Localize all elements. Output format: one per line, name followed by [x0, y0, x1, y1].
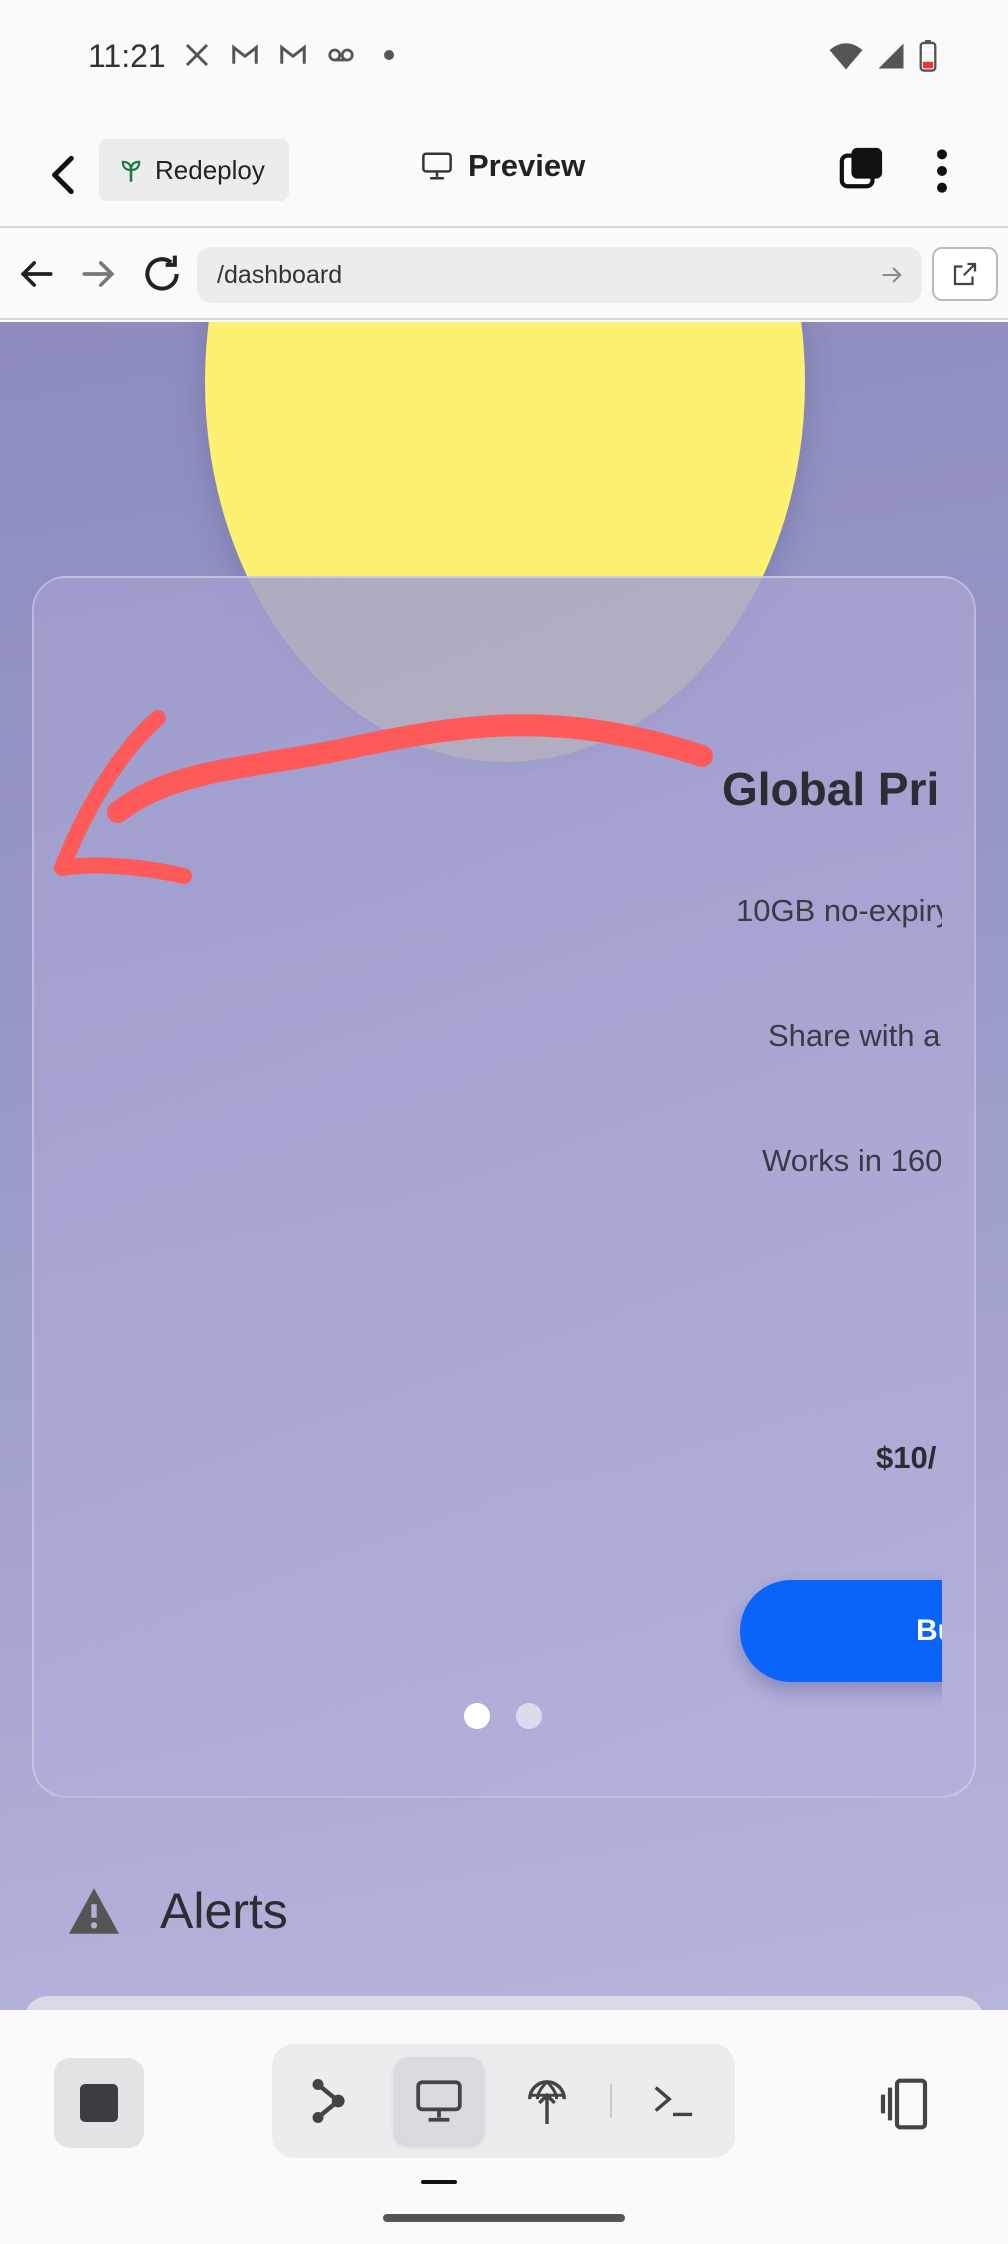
bottom-toolbar	[0, 2010, 1008, 2244]
pricing-card-viewport: Global Pri 10GB no-expiry Share with a W…	[34, 578, 942, 1796]
view-switcher	[272, 2044, 735, 2158]
sprout-icon	[121, 160, 141, 182]
buy-button-label: Bu	[916, 1614, 942, 1647]
alerts-card	[24, 1996, 984, 2010]
plan-feature: Works in 160	[762, 1143, 942, 1178]
page-title-text: Preview	[468, 148, 586, 183]
redeploy-label: Redeploy	[155, 154, 265, 185]
plan-feature: Share with a	[768, 1018, 941, 1053]
page-title: Preview	[420, 148, 585, 184]
plan-title: Global Pri	[722, 763, 940, 815]
system-icons	[828, 40, 938, 72]
dot-icon	[384, 50, 394, 60]
carousel-dot[interactable]	[516, 1703, 542, 1729]
tabs-icon[interactable]	[838, 146, 884, 192]
redeploy-button[interactable]: Redeploy	[99, 139, 289, 201]
app-bar: Redeploy Preview	[0, 116, 1008, 228]
globe-upload-icon	[528, 2080, 566, 2124]
arrow-back-icon[interactable]	[14, 252, 58, 296]
monitor-icon	[422, 152, 452, 180]
url-text: /dashboard	[217, 260, 343, 289]
plan-feature: 10GB no-expiry	[736, 893, 942, 928]
x-icon	[185, 43, 209, 67]
home-gesture-bar	[383, 2214, 625, 2222]
graph-view-button[interactable]	[284, 2057, 374, 2145]
go-arrow-icon[interactable]	[878, 261, 906, 289]
terminal-icon	[654, 2086, 693, 2117]
gmail-icon	[280, 44, 306, 64]
preview-view-button[interactable]	[394, 2057, 484, 2145]
signal-icon	[878, 43, 904, 69]
gmail-icon	[232, 44, 258, 64]
wifi-icon	[829, 43, 863, 70]
pricing-card: Global Pri 10GB no-expiry Share with a W…	[32, 576, 976, 1798]
device-frame-icon[interactable]	[876, 2076, 932, 2132]
battery-low-icon	[919, 40, 937, 72]
stop-icon	[80, 2084, 118, 2122]
alerts-header: Alerts	[66, 1882, 288, 1940]
browser-nav-bar: /dashboard	[0, 230, 1008, 320]
carousel-dot-active[interactable]	[464, 1703, 490, 1729]
voicemail-icon	[328, 48, 354, 62]
external-link-icon	[953, 262, 977, 286]
dashboard-content: Global Pri 10GB no-expiry Share with a W…	[0, 322, 1008, 2010]
open-external-button[interactable]	[932, 247, 998, 301]
buy-button[interactable]: Bu	[740, 1580, 942, 1682]
active-tab-indicator	[421, 2180, 457, 2184]
chevron-left-icon[interactable]	[40, 150, 90, 200]
alerts-title: Alerts	[160, 1883, 288, 1939]
deploy-view-button[interactable]	[502, 2057, 592, 2145]
shell-view-button[interactable]	[628, 2057, 718, 2145]
toolbar-divider	[610, 2084, 612, 2118]
graph-nodes-icon	[312, 2079, 345, 2123]
status-time: 11:21	[88, 38, 166, 74]
more-vertical-icon[interactable]	[922, 146, 962, 196]
reload-icon[interactable]	[140, 252, 184, 296]
warning-icon	[69, 1888, 119, 1934]
stop-button[interactable]	[54, 2058, 144, 2148]
notification-icons	[180, 40, 406, 70]
monitor-icon	[416, 2080, 462, 2122]
status-bar: 11:21	[0, 0, 1008, 116]
carousel-pagination	[464, 1703, 542, 1729]
plan-price: $10/	[876, 1440, 937, 1475]
url-input[interactable]: /dashboard	[197, 247, 922, 303]
arrow-forward-icon[interactable]	[77, 252, 121, 296]
